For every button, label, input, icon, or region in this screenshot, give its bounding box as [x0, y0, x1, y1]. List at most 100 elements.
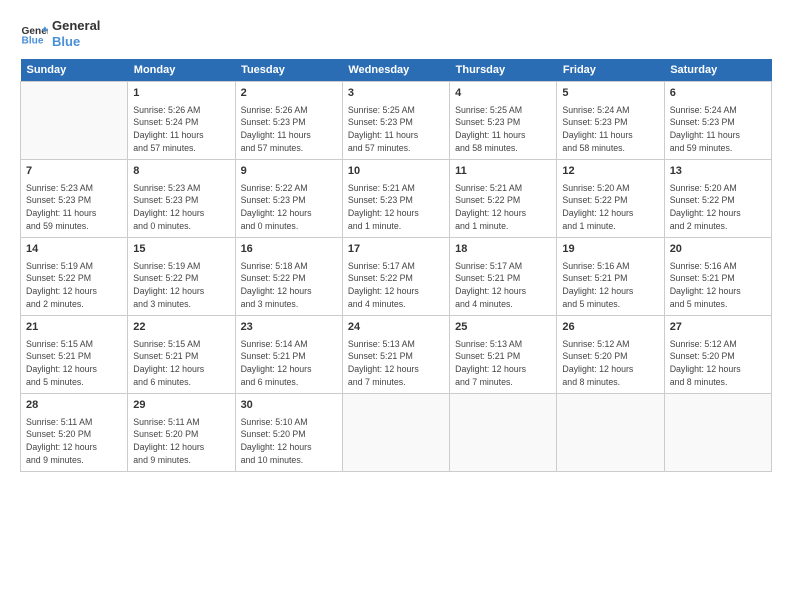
day-number: 19	[562, 242, 658, 257]
logo: General Blue General Blue	[20, 18, 100, 49]
day-number: 3	[348, 86, 444, 101]
day-info: Sunrise: 5:21 AMSunset: 5:23 PMDaylight:…	[348, 182, 444, 233]
day-info: Sunrise: 5:13 AMSunset: 5:21 PMDaylight:…	[348, 338, 444, 389]
day-number: 11	[455, 164, 551, 179]
day-cell: 1Sunrise: 5:26 AMSunset: 5:24 PMDaylight…	[128, 82, 235, 160]
svg-text:Blue: Blue	[22, 35, 44, 46]
day-number: 7	[26, 164, 122, 179]
day-cell: 2Sunrise: 5:26 AMSunset: 5:23 PMDaylight…	[235, 82, 342, 160]
day-info: Sunrise: 5:19 AMSunset: 5:22 PMDaylight:…	[26, 260, 122, 311]
header-row: SundayMondayTuesdayWednesdayThursdayFrid…	[21, 59, 772, 82]
day-cell: 12 Sunrise: 5:20 AMSunset: 5:22 PMDayligh…	[557, 160, 664, 238]
day-cell: 20Sunrise: 5:16 AMSunset: 5:21 PMDayligh…	[664, 238, 771, 316]
day-number: 10	[348, 164, 444, 179]
day-cell: 9 Sunrise: 5:22 AMSunset: 5:23 PMDaylight…	[235, 160, 342, 238]
day-cell: 25 Sunrise: 5:13 AMSunset: 5:21 PMDayligh…	[450, 316, 557, 394]
day-info: Sunrise: 5:24 AMSunset: 5:23 PMDaylight:…	[562, 104, 658, 155]
day-info: Sunrise: 5:10 AMSunset: 5:20 PMDaylight:…	[241, 416, 337, 467]
day-info: Sunrise: 5:12 AMSunset: 5:20 PMDaylight:…	[562, 338, 658, 389]
day-number: 25	[455, 320, 551, 335]
day-number: 29	[133, 398, 229, 413]
day-info: Sunrise: 5:11 AMSunset: 5:20 PMDaylight:…	[133, 416, 229, 467]
col-header-wednesday: Wednesday	[342, 59, 449, 82]
day-number: 21	[26, 320, 122, 335]
day-cell: 14 Sunrise: 5:19 AMSunset: 5:22 PMDayligh…	[21, 238, 128, 316]
day-info: Sunrise: 5:13 AMSunset: 5:21 PMDaylight:…	[455, 338, 551, 389]
day-info: Sunrise: 5:22 AMSunset: 5:23 PMDaylight:…	[241, 182, 337, 233]
day-cell: 4Sunrise: 5:25 AMSunset: 5:23 PMDaylight…	[450, 82, 557, 160]
day-cell: 8 Sunrise: 5:23 AMSunset: 5:23 PMDaylight…	[128, 160, 235, 238]
day-number: 27	[670, 320, 766, 335]
day-info: Sunrise: 5:15 AMSunset: 5:21 PMDaylight:…	[26, 338, 122, 389]
day-number: 6	[670, 86, 766, 101]
col-header-monday: Monday	[128, 59, 235, 82]
day-number: 15	[133, 242, 229, 257]
day-number: 2	[241, 86, 337, 101]
week-row-2: 7 Sunrise: 5:23 AMSunset: 5:23 PMDaylight…	[21, 160, 772, 238]
day-info: Sunrise: 5:23 AMSunset: 5:23 PMDaylight:…	[133, 182, 229, 233]
col-header-friday: Friday	[557, 59, 664, 82]
day-number: 23	[241, 320, 337, 335]
day-cell: 28 Sunrise: 5:11 AMSunset: 5:20 PMDayligh…	[21, 394, 128, 472]
logo-blue: Blue	[52, 34, 100, 50]
day-info: Sunrise: 5:20 AMSunset: 5:22 PMDaylight:…	[670, 182, 766, 233]
day-info: Sunrise: 5:18 AMSunset: 5:22 PMDaylight:…	[241, 260, 337, 311]
day-cell: 5 Sunrise: 5:24 AMSunset: 5:23 PMDaylight…	[557, 82, 664, 160]
day-number: 30	[241, 398, 337, 413]
day-number: 8	[133, 164, 229, 179]
day-number: 1	[133, 86, 229, 101]
day-info: Sunrise: 5:17 AMSunset: 5:21 PMDaylight:…	[455, 260, 551, 311]
day-number: 12	[562, 164, 658, 179]
day-cell: 7 Sunrise: 5:23 AMSunset: 5:23 PMDaylight…	[21, 160, 128, 238]
day-info: Sunrise: 5:19 AMSunset: 5:22 PMDaylight:…	[133, 260, 229, 311]
day-cell: 19 Sunrise: 5:16 AMSunset: 5:21 PMDayligh…	[557, 238, 664, 316]
day-cell: 6 Sunrise: 5:24 AMSunset: 5:23 PMDaylight…	[664, 82, 771, 160]
day-cell	[664, 394, 771, 472]
day-cell: 26 Sunrise: 5:12 AMSunset: 5:20 PMDayligh…	[557, 316, 664, 394]
day-number: 18	[455, 242, 551, 257]
col-header-thursday: Thursday	[450, 59, 557, 82]
day-number: 9	[241, 164, 337, 179]
day-info: Sunrise: 5:14 AMSunset: 5:21 PMDaylight:…	[241, 338, 337, 389]
day-cell: 30 Sunrise: 5:10 AMSunset: 5:20 PMDayligh…	[235, 394, 342, 472]
day-cell	[342, 394, 449, 472]
week-row-1: 1Sunrise: 5:26 AMSunset: 5:24 PMDaylight…	[21, 82, 772, 160]
day-cell: 3 Sunrise: 5:25 AMSunset: 5:23 PMDaylight…	[342, 82, 449, 160]
day-cell: 13 Sunrise: 5:20 AMSunset: 5:22 PMDayligh…	[664, 160, 771, 238]
logo-general: General	[52, 18, 100, 34]
day-cell: 24Sunrise: 5:13 AMSunset: 5:21 PMDayligh…	[342, 316, 449, 394]
day-cell	[450, 394, 557, 472]
day-cell: 22 Sunrise: 5:15 AMSunset: 5:21 PMDayligh…	[128, 316, 235, 394]
day-info: Sunrise: 5:23 AMSunset: 5:23 PMDaylight:…	[26, 182, 122, 233]
week-row-5: 28 Sunrise: 5:11 AMSunset: 5:20 PMDayligh…	[21, 394, 772, 472]
day-number: 26	[562, 320, 658, 335]
day-info: Sunrise: 5:20 AMSunset: 5:22 PMDaylight:…	[562, 182, 658, 233]
day-number: 22	[133, 320, 229, 335]
day-number: 28	[26, 398, 122, 413]
day-cell: 29 Sunrise: 5:11 AMSunset: 5:20 PMDayligh…	[128, 394, 235, 472]
day-info: Sunrise: 5:25 AMSunset: 5:23 PMDaylight:…	[348, 104, 444, 155]
day-info: Sunrise: 5:17 AMSunset: 5:22 PMDaylight:…	[348, 260, 444, 311]
day-cell: 11Sunrise: 5:21 AMSunset: 5:22 PMDayligh…	[450, 160, 557, 238]
day-number: 5	[562, 86, 658, 101]
week-row-3: 14 Sunrise: 5:19 AMSunset: 5:22 PMDayligh…	[21, 238, 772, 316]
day-info: Sunrise: 5:12 AMSunset: 5:20 PMDaylight:…	[670, 338, 766, 389]
day-cell: 27 Sunrise: 5:12 AMSunset: 5:20 PMDayligh…	[664, 316, 771, 394]
day-info: Sunrise: 5:15 AMSunset: 5:21 PMDaylight:…	[133, 338, 229, 389]
day-cell	[557, 394, 664, 472]
day-info: Sunrise: 5:16 AMSunset: 5:21 PMDaylight:…	[562, 260, 658, 311]
day-info: Sunrise: 5:24 AMSunset: 5:23 PMDaylight:…	[670, 104, 766, 155]
day-number: 14	[26, 242, 122, 257]
day-cell: 21 Sunrise: 5:15 AMSunset: 5:21 PMDayligh…	[21, 316, 128, 394]
day-number: 4	[455, 86, 551, 101]
day-cell: 15 Sunrise: 5:19 AMSunset: 5:22 PMDayligh…	[128, 238, 235, 316]
day-cell: 16Sunrise: 5:18 AMSunset: 5:22 PMDayligh…	[235, 238, 342, 316]
day-info: Sunrise: 5:11 AMSunset: 5:20 PMDaylight:…	[26, 416, 122, 467]
day-number: 13	[670, 164, 766, 179]
day-cell: 17 Sunrise: 5:17 AMSunset: 5:22 PMDayligh…	[342, 238, 449, 316]
day-cell	[21, 82, 128, 160]
col-header-saturday: Saturday	[664, 59, 771, 82]
day-cell: 10 Sunrise: 5:21 AMSunset: 5:23 PMDayligh…	[342, 160, 449, 238]
day-number: 17	[348, 242, 444, 257]
logo-icon: General Blue	[20, 20, 48, 48]
